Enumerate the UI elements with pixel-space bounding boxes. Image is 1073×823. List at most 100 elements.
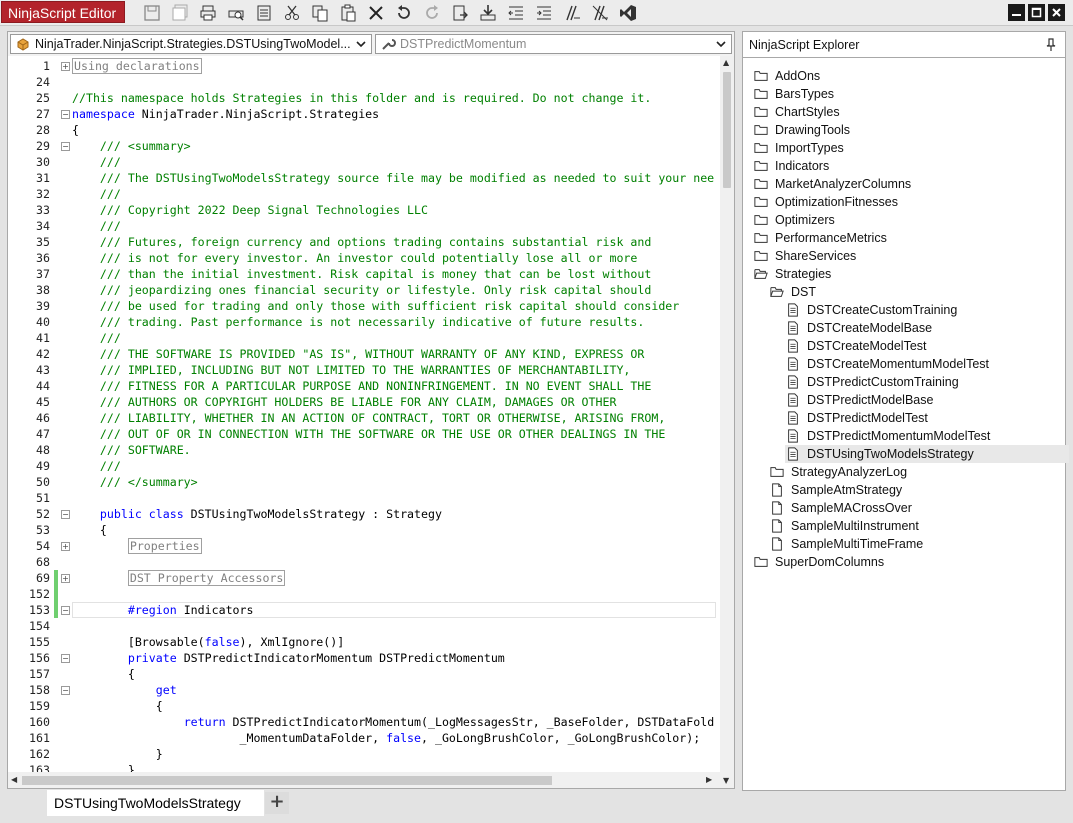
tree-item-sampleatmstrategy[interactable]: SampleAtmStrategy bbox=[769, 481, 1049, 499]
print-preview-button[interactable] bbox=[222, 2, 250, 24]
code-line[interactable]: 33 /// Copyright 2022 Deep Signal Techno… bbox=[8, 202, 720, 218]
tree-item-barstypes[interactable]: BarsTypes bbox=[753, 85, 1033, 103]
undo-button[interactable] bbox=[390, 2, 418, 24]
code-line[interactable]: 155 [Browsable(false), XmlIgnore()] bbox=[8, 634, 720, 650]
expand-icon[interactable]: + bbox=[61, 62, 70, 71]
expand-icon[interactable]: + bbox=[61, 542, 70, 551]
code-line[interactable]: 153 − #region Indicators bbox=[8, 602, 720, 618]
code-line[interactable]: 152 bbox=[8, 586, 720, 602]
tree-item-dstcreatemodeltest[interactable]: DSTCreateModelTest bbox=[785, 337, 1065, 355]
code-line[interactable]: 50 /// </summary> bbox=[8, 474, 720, 490]
code-line[interactable]: 162 } bbox=[8, 746, 720, 762]
tree-item-strategyanalyzerlog[interactable]: StrategyAnalyzerLog bbox=[769, 463, 1049, 481]
tree-item-addons[interactable]: AddOns bbox=[753, 67, 1033, 85]
expand-icon[interactable]: + bbox=[61, 574, 70, 583]
pin-icon[interactable] bbox=[1045, 38, 1057, 52]
redo-button[interactable] bbox=[418, 2, 446, 24]
member-dropdown[interactable]: DSTPredictMomentum bbox=[375, 34, 732, 54]
horizontal-scrollbar[interactable]: ◀ ▶ bbox=[8, 772, 720, 788]
delete-button[interactable] bbox=[362, 2, 390, 24]
compile-button[interactable] bbox=[446, 2, 474, 24]
scroll-up-icon[interactable]: ▲ bbox=[723, 58, 729, 68]
code-line[interactable]: 30 /// bbox=[8, 154, 720, 170]
code-line[interactable]: 48 /// SOFTWARE. bbox=[8, 442, 720, 458]
tree-item-chartstyles[interactable]: ChartStyles bbox=[753, 103, 1033, 121]
scroll-down-icon[interactable]: ▼ bbox=[723, 776, 729, 786]
vertical-scrollbar[interactable]: ▲ ▼ bbox=[720, 56, 734, 788]
code-line[interactable]: 160 return DSTPredictIndicatorMomentum(_… bbox=[8, 714, 720, 730]
collapse-icon[interactable]: − bbox=[61, 110, 70, 119]
code-line[interactable]: 46 /// LIABILITY, WHETHER IN AN ACTION O… bbox=[8, 410, 720, 426]
code-line[interactable]: 36 /// is not for every investor. An inv… bbox=[8, 250, 720, 266]
print-button[interactable] bbox=[194, 2, 222, 24]
tab-dstusingtwomodelsstrategy[interactable]: DSTUsingTwoModelsStrategy bbox=[47, 790, 264, 816]
collapsed-region[interactable]: Properties bbox=[127, 538, 202, 554]
tree-item-superdomcolumns[interactable]: SuperDomColumns bbox=[753, 553, 1033, 571]
code-line[interactable]: 157 { bbox=[8, 666, 720, 682]
tree-item-strategies[interactable]: Strategies bbox=[753, 265, 1033, 283]
tree-item-dstusingtwomodelsstrategy[interactable]: DSTUsingTwoModelsStrategy bbox=[785, 445, 1069, 463]
tree-item-indicators[interactable]: Indicators bbox=[753, 157, 1033, 175]
code-line[interactable]: 34 /// bbox=[8, 218, 720, 234]
cut-button[interactable] bbox=[278, 2, 306, 24]
code-line[interactable]: 25 //This namespace holds Strategies in t… bbox=[8, 90, 720, 106]
properties-button[interactable] bbox=[250, 2, 278, 24]
scroll-left-icon[interactable]: ◀ bbox=[11, 775, 17, 785]
tree-item-optimizationfitnesses[interactable]: OptimizationFitnesses bbox=[753, 193, 1033, 211]
save-button[interactable] bbox=[138, 2, 166, 24]
vertical-scroll-thumb[interactable] bbox=[723, 72, 731, 188]
code-line[interactable]: 29 − /// <summary> bbox=[8, 138, 720, 154]
code-line[interactable]: 32 /// bbox=[8, 186, 720, 202]
tree-item-drawingtools[interactable]: DrawingTools bbox=[753, 121, 1033, 139]
comment-button[interactable] bbox=[558, 2, 586, 24]
code-line[interactable]: 1 + Using declarations bbox=[8, 58, 720, 74]
code-line[interactable]: 31 /// The DSTUsingTwoModelsStrategy sou… bbox=[8, 170, 720, 186]
tree-item-dstcreatecustomtraining[interactable]: DSTCreateCustomTraining bbox=[785, 301, 1065, 319]
code-line[interactable]: 52 − public class DSTUsingTwoModelsStrate… bbox=[8, 506, 720, 522]
indent-button[interactable] bbox=[530, 2, 558, 24]
code-line[interactable]: 163 } bbox=[8, 762, 720, 772]
code-line[interactable]: 156 − private DSTPredictIndicatorMomentum… bbox=[8, 650, 720, 666]
tree-item-dstpredictmomentummodeltest[interactable]: DSTPredictMomentumModelTest bbox=[785, 427, 1065, 445]
horizontal-scroll-thumb[interactable] bbox=[22, 776, 552, 785]
code-line[interactable]: 28 { bbox=[8, 122, 720, 138]
code-line[interactable]: 24 bbox=[8, 74, 720, 90]
import-button[interactable] bbox=[474, 2, 502, 24]
collapsed-region[interactable]: DST Property Accessors bbox=[127, 570, 286, 586]
code-line[interactable]: 53 { bbox=[8, 522, 720, 538]
minimize-icon[interactable] bbox=[1008, 4, 1025, 21]
code-line[interactable]: 27 − namespace NinjaTrader.NinjaScript.Str… bbox=[8, 106, 720, 122]
close-icon[interactable] bbox=[1048, 4, 1065, 21]
code-line[interactable]: 68 bbox=[8, 554, 720, 570]
tree-item-samplemacrossover[interactable]: SampleMACrossOver bbox=[769, 499, 1049, 517]
code-line[interactable]: 42 /// THE SOFTWARE IS PROVIDED "AS IS",… bbox=[8, 346, 720, 362]
code-line[interactable]: 154 bbox=[8, 618, 720, 634]
code-line[interactable]: 51 bbox=[8, 490, 720, 506]
tree-item-performancemetrics[interactable]: PerformanceMetrics bbox=[753, 229, 1033, 247]
code-line[interactable]: 47 /// OUT OF OR IN CONNECTION WITH THE … bbox=[8, 426, 720, 442]
code-line[interactable]: 35 /// Futures, foreign currency and opt… bbox=[8, 234, 720, 250]
tree-item-dstcreatemomentummodeltest[interactable]: DSTCreateMomentumModelTest bbox=[785, 355, 1065, 373]
code-line[interactable]: 40 /// trading. Past performance is not … bbox=[8, 314, 720, 330]
code-line[interactable]: 44 /// FITNESS FOR A PARTICULAR PURPOSE … bbox=[8, 378, 720, 394]
class-dropdown[interactable]: NinjaTrader.NinjaScript.Strategies.DSTUs… bbox=[10, 34, 372, 54]
tree-item-dstpredictmodeltest[interactable]: DSTPredictModelTest bbox=[785, 409, 1065, 427]
tree-item-marketanalyzercolumns[interactable]: MarketAnalyzerColumns bbox=[753, 175, 1033, 193]
tree-item-optimizers[interactable]: Optimizers bbox=[753, 211, 1033, 229]
scroll-right-icon[interactable]: ▶ bbox=[706, 775, 712, 785]
tree-item-shareservices[interactable]: ShareServices bbox=[753, 247, 1033, 265]
collapse-icon[interactable]: − bbox=[61, 510, 70, 519]
copy-button[interactable] bbox=[306, 2, 334, 24]
collapse-icon[interactable]: − bbox=[61, 686, 70, 695]
collapsed-region[interactable]: Using declarations bbox=[72, 58, 202, 74]
tree-item-dstpredictmodelbase[interactable]: DSTPredictModelBase bbox=[785, 391, 1065, 409]
tree-item-samplemultitimeframe[interactable]: SampleMultiTimeFrame bbox=[769, 535, 1049, 553]
tree-item-dst[interactable]: DST bbox=[769, 283, 1049, 301]
collapse-icon[interactable]: − bbox=[61, 606, 70, 615]
uncomment-button[interactable] bbox=[586, 2, 614, 24]
code-line[interactable]: 158 − get bbox=[8, 682, 720, 698]
tree-item-dstcreatemodelbase[interactable]: DSTCreateModelBase bbox=[785, 319, 1065, 337]
code-line[interactable]: 161 _MomentumDataFolder, false, _GoLongB… bbox=[8, 730, 720, 746]
maximize-icon[interactable] bbox=[1028, 4, 1045, 21]
collapse-icon[interactable]: − bbox=[61, 142, 70, 151]
